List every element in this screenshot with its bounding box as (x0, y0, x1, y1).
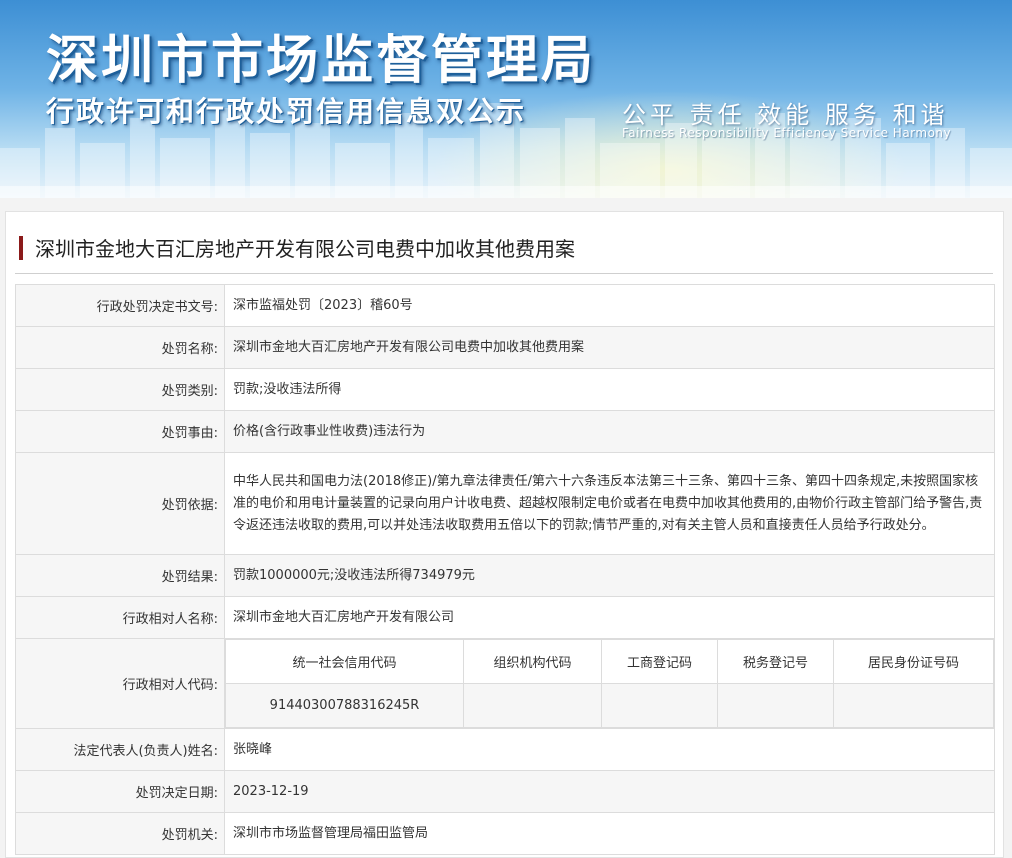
info-row-authority: 处罚机关: 深圳市市场监督管理局福田监管局 (15, 812, 995, 855)
row-label: 行政相对人名称: (15, 596, 225, 639)
site-title: 深圳市市场监督管理局 (46, 31, 597, 91)
codes-header-org-code: 组织机构代码 (463, 639, 602, 684)
info-row-penalty-reason: 处罚事由: 价格(含行政事业性收费)违法行为 (15, 410, 995, 453)
row-value: 2023-12-19 (224, 770, 995, 813)
title-accent-bar (19, 236, 23, 260)
site-subtitle: 行政许可和行政处罚信用信息双公示 (46, 95, 527, 128)
row-value: 深圳市市场监督管理局福田监管局 (224, 812, 995, 855)
info-row-legal-representative: 法定代表人(负责人)姓名: 张晓峰 (15, 728, 995, 771)
codes-header-row: 统一社会信用代码 组织机构代码 工商登记码 税务登记号 居民身份证号码 (225, 639, 994, 684)
row-label: 法定代表人(负责人)姓名: (15, 728, 225, 771)
row-value: 罚款;没收违法所得 (224, 368, 995, 411)
row-label: 处罚机关: (15, 812, 225, 855)
case-title: 深圳市金地大百汇房地产开发有限公司电费中加收其他费用案 (35, 237, 575, 261)
party-codes-table: 统一社会信用代码 组织机构代码 工商登记码 税务登记号 居民身份证号码 9144… (225, 639, 994, 728)
info-row-legal-basis: 处罚依据: 中华人民共和国电力法(2018修正)/第九章法律责任/第六十六条违反… (15, 452, 995, 555)
codes-value-org-code (463, 683, 602, 728)
row-value: 深圳市金地大百汇房地产开发有限公司电费中加收其他费用案 (224, 326, 995, 369)
row-value: 价格(含行政事业性收费)违法行为 (224, 410, 995, 453)
codes-header-credit-code: 统一社会信用代码 (225, 639, 464, 684)
case-info-table: 行政处罚决定书文号: 深市监福处罚〔2023〕稽60号 处罚名称: 深圳市金地大… (15, 284, 995, 855)
info-row-penalty-type: 处罚类别: 罚款;没收违法所得 (15, 368, 995, 411)
info-row-party-name: 行政相对人名称: 深圳市金地大百汇房地产开发有限公司 (15, 596, 995, 639)
row-value: 张晓峰 (224, 728, 995, 771)
codes-value-tax-reg (717, 683, 834, 728)
row-label: 处罚类别: (15, 368, 225, 411)
row-value: 深圳市金地大百汇房地产开发有限公司 (224, 596, 995, 639)
info-row-party-codes: 行政相对人代码: 统一社会信用代码 组织机构代码 工商登记码 税务登记号 居民身… (15, 638, 995, 729)
row-label: 行政处罚决定书文号: (15, 284, 225, 327)
row-label: 处罚名称: (15, 326, 225, 369)
row-label: 行政相对人代码: (15, 638, 225, 729)
info-row-penalty-name: 处罚名称: 深圳市金地大百汇房地产开发有限公司电费中加收其他费用案 (15, 326, 995, 369)
slogan-english: Fairness Responsibility Efficiency Servi… (622, 126, 952, 140)
info-row-decision-date: 处罚决定日期: 2023-12-19 (15, 770, 995, 813)
codes-value-row: 91440300788316245R (225, 683, 994, 728)
codes-header-business-reg: 工商登记码 (601, 639, 718, 684)
codes-value-business-reg (601, 683, 718, 728)
row-value: 罚款1000000元;没收违法所得734979元 (224, 554, 995, 597)
header-banner: 深圳市市场监督管理局 行政许可和行政处罚信用信息双公示 公平 责任 效能 服务 … (0, 0, 1012, 198)
codes-value-credit-code: 91440300788316245R (225, 683, 464, 728)
title-divider (15, 273, 993, 274)
row-value: 深市监福处罚〔2023〕稽60号 (224, 284, 995, 327)
codes-value-id-number (833, 683, 994, 728)
row-value: 中华人民共和国电力法(2018修正)/第九章法律责任/第六十六条违反本法第三十三… (224, 452, 995, 555)
slogan-chinese: 公平 责任 效能 服务 和谐 (622, 101, 949, 129)
row-label: 处罚事由: (15, 410, 225, 453)
row-label: 处罚结果: (15, 554, 225, 597)
row-label: 处罚决定日期: (15, 770, 225, 813)
codes-cell: 统一社会信用代码 组织机构代码 工商登记码 税务登记号 居民身份证号码 9144… (224, 638, 995, 729)
info-row-penalty-result: 处罚结果: 罚款1000000元;没收违法所得734979元 (15, 554, 995, 597)
codes-header-tax-reg: 税务登记号 (717, 639, 834, 684)
row-label: 处罚依据: (15, 452, 225, 555)
case-panel: 深圳市金地大百汇房地产开发有限公司电费中加收其他费用案 行政处罚决定书文号: 深… (5, 211, 1004, 858)
codes-header-id-number: 居民身份证号码 (833, 639, 994, 684)
info-row-document-number: 行政处罚决定书文号: 深市监福处罚〔2023〕稽60号 (15, 284, 995, 327)
